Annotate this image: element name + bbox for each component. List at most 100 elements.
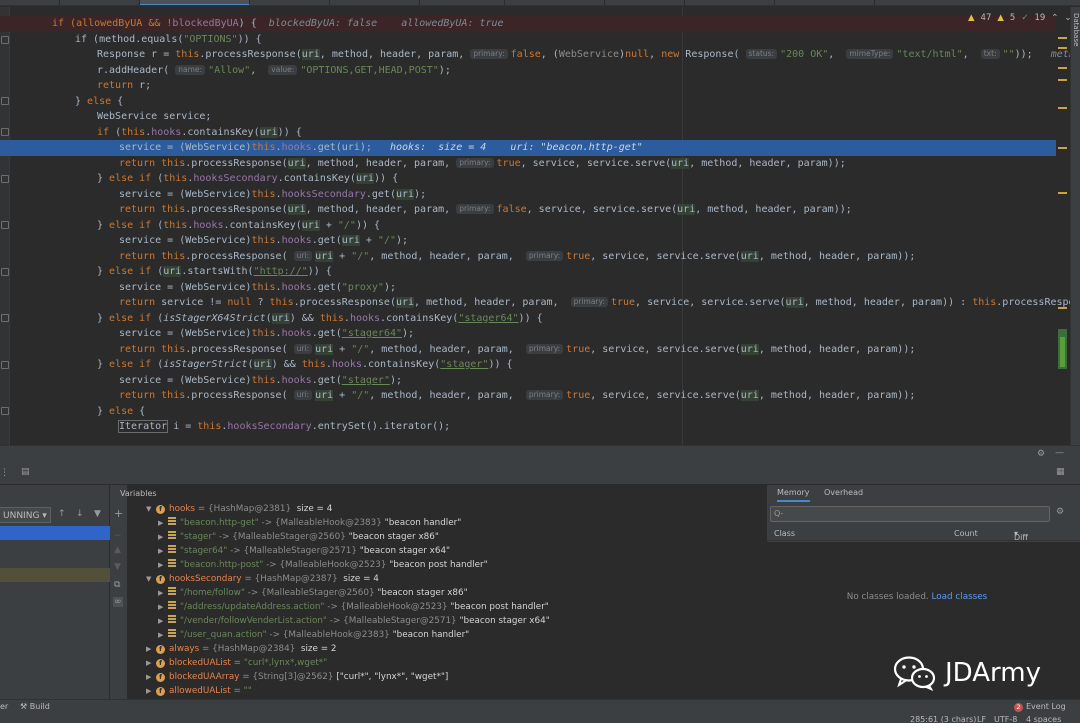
variable-row[interactable]: ▶ f always = {HashMap@2384} size = 2 [146, 642, 337, 656]
chevron-right-icon[interactable]: ▶ [158, 516, 168, 530]
code-token: ); [438, 64, 451, 76]
variable-row[interactable]: ▶ f blockedUAList = "curl*,lynx*,wget*" [146, 656, 327, 670]
layout-icon[interactable]: ▦ [1056, 467, 1065, 477]
hammer-icon: ⚒ [20, 702, 28, 711]
chevron-right-icon[interactable]: ▶ [158, 558, 168, 572]
stripe-mark[interactable] [1058, 37, 1067, 39]
error-stripe[interactable] [1056, 7, 1068, 445]
variable-row[interactable]: ▶ f allowedUAList = "" [146, 684, 252, 698]
editor-tab[interactable] [605, 0, 685, 5]
tool-window-tab[interactable]: er [0, 702, 8, 711]
chevron-right-icon[interactable]: ▶ [158, 628, 168, 642]
build-tab[interactable]: ⚒ Build [20, 702, 50, 711]
variable-row[interactable]: ▶ "/vender/followVenderList.action" -> {M… [158, 614, 550, 628]
code-line: Response r = this.processResponse(uri, m… [0, 47, 1080, 63]
chevron-right-icon[interactable]: ▶ [158, 600, 168, 614]
editor-tab-active[interactable] [140, 0, 250, 5]
code-editor[interactable]: if (allowedByUA && !blockedByUA) { block… [0, 7, 1080, 445]
arrow-down-icon[interactable]: ▼ [114, 562, 121, 572]
editor-tab[interactable] [685, 0, 775, 5]
stripe-mark[interactable] [1058, 47, 1067, 49]
chevron-right-icon[interactable]: ▶ [158, 544, 168, 558]
chevron-right-icon[interactable]: ▶ [158, 614, 168, 628]
code-token: "stager64" [458, 312, 519, 324]
arrow-up-icon[interactable]: ▲ [114, 545, 121, 555]
variable-row[interactable]: ▶ "/address/updateAddress.action" -> {Mal… [158, 600, 549, 614]
chevron-right-icon[interactable]: ▶ [158, 530, 168, 544]
editor-tab[interactable] [0, 0, 60, 5]
tab-memory[interactable]: Memory [777, 488, 810, 502]
indent-setting[interactable]: 4 spaces [1026, 715, 1061, 723]
chevron-down-icon[interactable]: ▼ [146, 502, 156, 516]
editor-tab[interactable] [330, 0, 420, 5]
map-key: "/home/follow" [180, 588, 245, 598]
variable-row[interactable]: ▶ "/home/follow" -> {MalleableStager@2560… [158, 586, 468, 600]
event-log-tab[interactable]: 2 Event Log [1014, 702, 1066, 712]
editor-tab[interactable] [250, 0, 330, 5]
column-diff[interactable]: Diff ▾ [1014, 529, 1028, 542]
minimize-icon[interactable]: — [1055, 448, 1064, 458]
stripe-mark[interactable] [1058, 107, 1067, 109]
variable-row[interactable]: ▶ "stager" -> {MalleableStager@2560} "bea… [158, 530, 439, 544]
code-token: .get( [311, 142, 342, 153]
variable-row[interactable]: ▼ f hooksSecondary = {HashMap@2387} size =… [146, 572, 379, 586]
code-token: ( [247, 359, 254, 370]
frames-pane: UNNING ▾ ↑ ↓ ▼ [0, 485, 110, 699]
editor-tab[interactable] [60, 0, 140, 5]
minus-icon[interactable]: − [114, 531, 122, 541]
stripe-mark[interactable] [1058, 67, 1067, 69]
variable-row[interactable]: ▶ "/user_quan.action" -> {MalleableHook@2… [158, 628, 469, 642]
code-line: return this.processResponse(uri, method,… [0, 156, 1056, 172]
stripe-mark[interactable] [1058, 79, 1067, 81]
file-encoding[interactable]: UTF-8 [994, 715, 1017, 723]
chevron-right-icon[interactable]: ▶ [146, 656, 156, 670]
editor-tab-bar [0, 0, 1080, 6]
code-token: )) { [277, 126, 302, 138]
column-class[interactable]: Class [774, 529, 795, 538]
line-separator[interactable]: LF [977, 715, 986, 723]
memory-table-header: Class Count Diff ▾ [767, 525, 1080, 542]
variable-value: "beacon handler" [392, 630, 470, 640]
arrow-up-icon[interactable]: ↑ [58, 509, 66, 519]
variable-row[interactable]: ▶ "beacon.http-get" -> {MalleableHook@238… [158, 516, 461, 530]
stripe-mark[interactable] [1058, 192, 1067, 194]
arrow-down-icon[interactable]: ↓ [76, 509, 84, 519]
frame-row[interactable] [0, 568, 110, 582]
resume-icon[interactable]: ⋮ [0, 468, 9, 478]
variables-title: Variables [120, 489, 157, 498]
column-count[interactable]: Count [954, 529, 978, 538]
gear-icon[interactable]: ⚙ [1056, 507, 1064, 517]
add-icon[interactable]: + [114, 507, 123, 520]
frame-row-selected[interactable] [0, 526, 110, 540]
gear-icon[interactable]: ⚙ [1037, 449, 1045, 459]
parameter-hint: primary: [456, 157, 494, 168]
tab-overhead[interactable]: Overhead [824, 488, 863, 497]
caret-position[interactable]: 285:61 (3 chars) [910, 715, 976, 723]
variable-row[interactable]: ▶ f blockedUAArray = {String[3]@2562} ["cu… [146, 670, 448, 684]
stripe-mark[interactable] [1060, 337, 1065, 367]
filter-icon[interactable]: ▼ [94, 509, 101, 519]
chevron-right-icon[interactable]: ▶ [158, 586, 168, 600]
variable-row[interactable]: ▶ "stager64" -> {MalleableStager@2571} "b… [158, 544, 450, 558]
code-token: , service, service.serve( [526, 204, 678, 215]
editor-tab[interactable] [420, 0, 505, 5]
stripe-mark[interactable] [1058, 147, 1067, 149]
chevron-right-icon[interactable]: ▶ [146, 642, 156, 656]
glasses-icon[interactable]: ∞ [113, 597, 123, 607]
editor-tab[interactable] [775, 0, 875, 5]
copy-icon[interactable]: ⧉ [114, 580, 120, 590]
variable-row[interactable]: ▼ f hooks = {HashMap@2381} size = 4 [146, 502, 332, 516]
database-tool-tab[interactable]: Database [1070, 7, 1080, 445]
code-token: return [119, 204, 156, 215]
stripe-mark[interactable] [1058, 307, 1067, 309]
load-classes-link[interactable]: Load classes [932, 592, 988, 602]
class-search-input[interactable]: Q- [770, 506, 1050, 522]
thread-selector[interactable]: UNNING ▾ [0, 507, 51, 523]
chevron-right-icon[interactable]: ▶ [146, 684, 156, 698]
chevron-down-icon[interactable]: ▼ [146, 572, 156, 586]
editor-tab[interactable] [505, 0, 605, 5]
chevron-right-icon[interactable]: ▶ [146, 670, 156, 684]
code-line: if (method.equals("OPTIONS")) { [0, 32, 1056, 48]
table-view-icon[interactable]: ▤ [21, 467, 30, 477]
variable-row[interactable]: ▶ "beacon.http-post" -> {MalleableHook@25… [158, 558, 488, 572]
